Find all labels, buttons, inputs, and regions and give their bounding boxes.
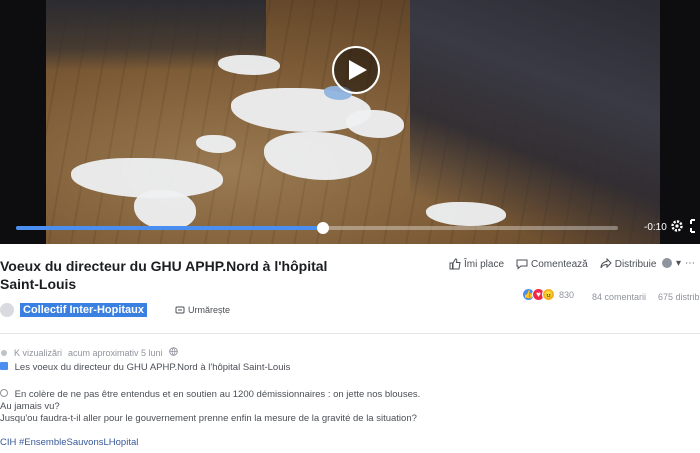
shares-count[interactable]: 675 distribuiri [658,292,700,302]
post-options[interactable]: ▾ ⋯ [662,258,695,269]
follow-label: Urmărește [188,305,231,315]
description-line-1: En colère de ne pas être entendus et en … [0,389,420,400]
post-title-line1: Voeux du directeur du GHU APHP.Nord à l'… [0,258,328,274]
divider [0,333,700,334]
video-progress-fill [16,226,324,230]
like-button[interactable]: Îmi place [449,258,504,270]
video-icon [0,362,8,370]
post-actions: Îmi place Comentează Distribuie [449,258,656,270]
views-count: K vizualizări [14,347,63,358]
comments-count[interactable]: 84 comentarii [592,292,646,302]
hashtags-link[interactable]: CIH #EnsembleSauvonsLHopital [0,437,138,448]
share-label: Distribuie [614,258,657,270]
reactions-summary[interactable]: 👍 ♥ 😠 830 [522,288,574,301]
page-name-link[interactable]: Collectif Inter-Hopitaux [20,303,148,317]
video-letterbox-left [0,0,46,244]
description-line-1-text: En colère de ne pas être entendus et en … [14,389,421,400]
reactions-count: 830 [559,289,575,300]
description-line-2: Au jamais vu? [0,401,60,412]
comment-icon [516,259,528,270]
profile-selector-icon[interactable] [662,258,672,268]
description-line-3: Jusqu'ou faudra-t-il aller pour le gouve… [0,413,417,424]
page-info: Collectif Inter-Hopitaux Urmărește [0,303,230,317]
page-avatar[interactable] [0,303,14,317]
description-title-text: Les voeux du directeur du GHU APHP.Nord … [14,362,291,373]
video-letterbox-right [660,0,700,244]
video-frame [46,0,660,244]
thumbs-up-icon [449,258,461,270]
comment-button[interactable]: Comentează [516,258,588,270]
post-title: Voeux du directeur du GHU APHP.Nord à l'… [0,257,380,293]
gear-icon[interactable] [670,219,684,236]
globe-icon [168,347,178,358]
fullscreen-icon[interactable] [690,219,700,236]
like-label: Îmi place [464,258,505,270]
share-icon [600,258,612,269]
more-options-icon[interactable]: ⋯ [685,258,695,269]
chevron-down-icon[interactable]: ▾ [676,258,681,269]
play-button[interactable] [332,46,380,94]
description-title: Les voeux du directeur du GHU APHP.Nord … [0,362,290,373]
follow-button[interactable]: Urmărește [175,305,230,315]
angry-reaction-icon: 😠 [542,288,555,301]
video-progress-bar[interactable] [16,222,618,234]
info-icon [0,389,8,397]
post-timestamp[interactable]: acum aproximativ 5 luni [68,348,163,358]
play-icon [349,60,367,80]
views-icon [1,349,7,356]
video-scrubber-handle[interactable] [317,222,330,234]
video-player[interactable]: -0:10 [0,0,700,244]
share-button[interactable]: Distribuie [600,258,657,270]
comment-label: Comentează [531,258,588,270]
post-title-line2: Saint-Louis [0,276,77,292]
follow-icon [175,306,185,314]
post-meta: K vizualizări acum aproximativ 5 luni [0,347,178,358]
video-time-remaining: -0:10 [644,222,667,233]
